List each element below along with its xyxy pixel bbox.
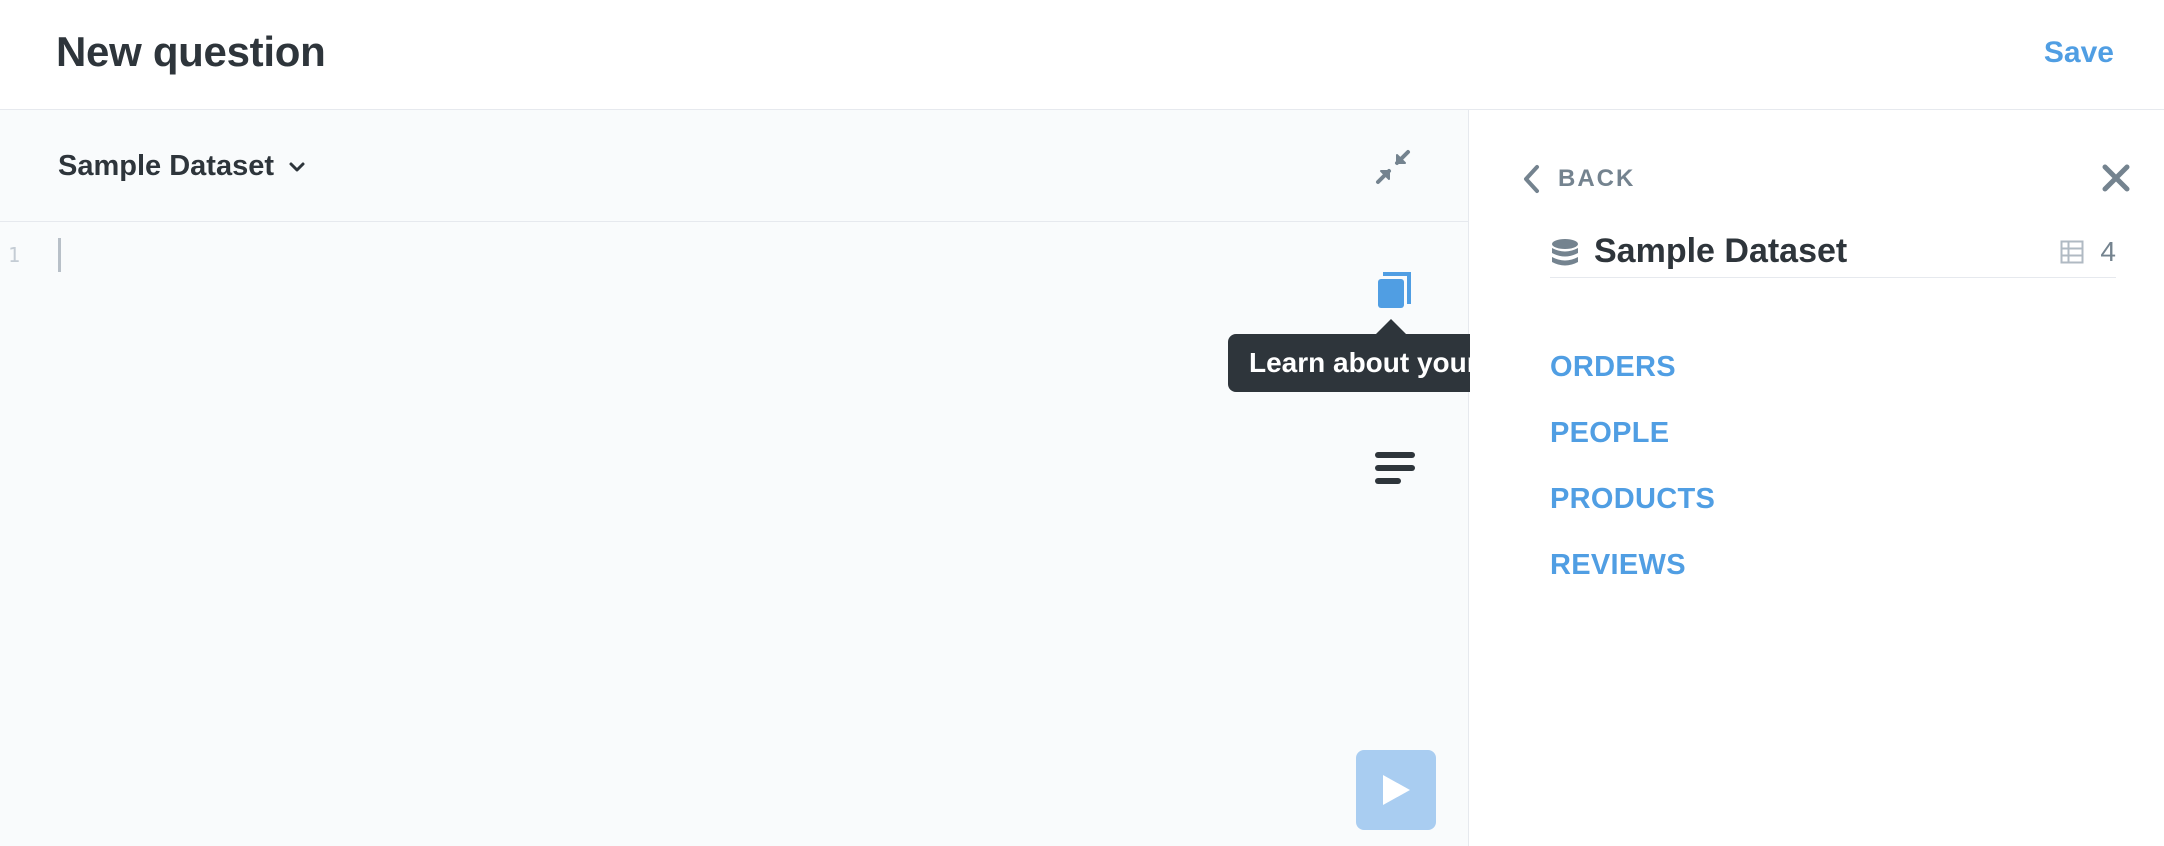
snippet-icon[interactable] [1374, 450, 1416, 486]
table-link-products[interactable]: PRODUCTS [1550, 466, 1715, 532]
close-icon[interactable] [2100, 162, 2132, 194]
table-link-reviews[interactable]: REVIEWS [1550, 532, 1715, 598]
play-icon [1383, 775, 1410, 805]
back-link[interactable]: BACK [1522, 164, 1635, 194]
back-label: BACK [1558, 165, 1636, 192]
editor-toolbar: Sample Dataset [0, 110, 1469, 222]
chevron-down-icon [289, 162, 305, 171]
database-name: Sample Dataset [1594, 232, 1848, 270]
table-link-people[interactable]: PEOPLE [1550, 400, 1715, 466]
book-icon[interactable] [1375, 270, 1415, 310]
table-count-group: 4 [2060, 236, 2116, 268]
page-title: New question [56, 28, 326, 75]
database-header: Sample Dataset 4 [1550, 230, 2116, 278]
data-reference-sidebar: BACK Sample Dataset 4 ORDERS PEOPLE PROD… [1470, 110, 2164, 846]
collapse-icon[interactable] [1372, 146, 1414, 188]
table-link-orders[interactable]: ORDERS [1550, 334, 1715, 400]
query-editor[interactable]: Sample Dataset 1 Learn about your data [0, 110, 1564, 846]
database-icon [1552, 239, 1578, 266]
line-number: 1 [8, 243, 21, 267]
page-header: New question Save [0, 0, 2164, 110]
table-count: 4 [2100, 236, 2116, 267]
save-button[interactable]: Save [2044, 36, 2114, 70]
table-list: ORDERS PEOPLE PRODUCTS REVIEWS [1550, 334, 1715, 598]
database-picker[interactable]: Sample Dataset [58, 150, 306, 183]
table-icon [2060, 240, 2084, 264]
chevron-left-icon [1524, 165, 1539, 193]
database-picker-label: Sample Dataset [58, 150, 274, 182]
text-cursor [58, 238, 61, 272]
run-query-button[interactable] [1356, 750, 1436, 830]
